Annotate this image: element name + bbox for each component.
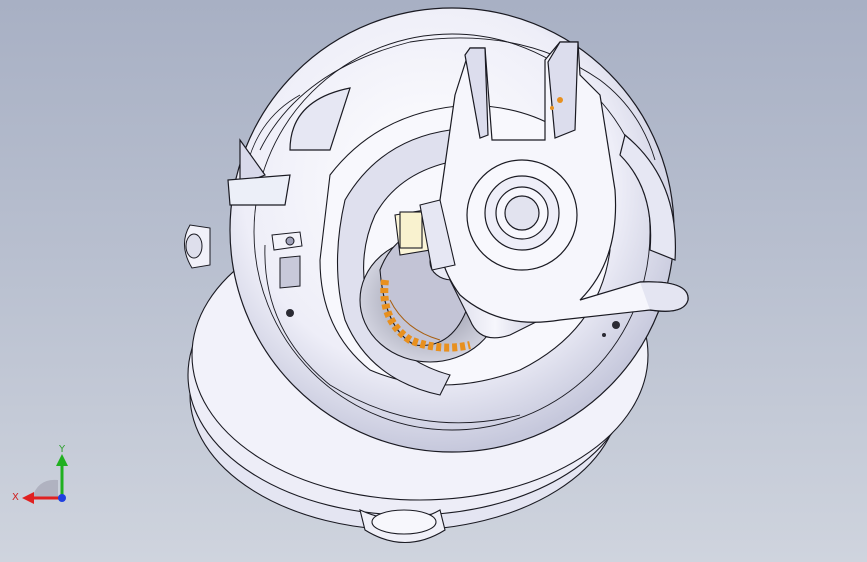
- brake-chamber-model[interactable]: [0, 0, 867, 562]
- graphics-viewport[interactable]: Y X: [0, 0, 867, 562]
- x-arrow-icon: [22, 492, 34, 504]
- z-axis-dot: [58, 494, 66, 502]
- y-arrow-icon: [56, 454, 68, 466]
- coordinate-triad: Y X: [12, 444, 68, 504]
- triad-plane: [32, 479, 58, 498]
- mounting-boss-left: [184, 224, 211, 269]
- y-axis-label: Y: [58, 444, 66, 455]
- x-axis-label: X: [12, 492, 19, 503]
